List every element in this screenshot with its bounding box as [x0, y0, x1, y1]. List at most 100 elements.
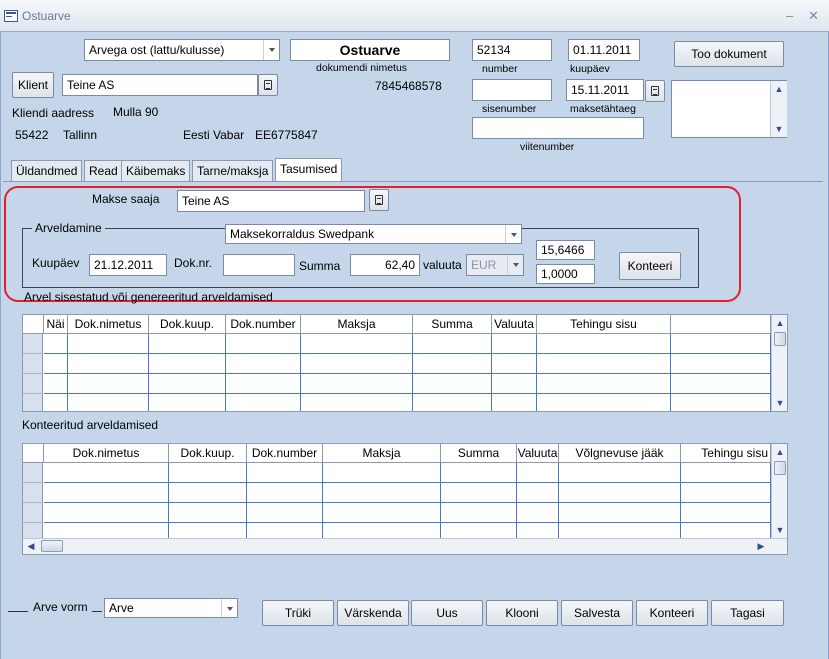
chevron-down-icon[interactable]: [505, 225, 521, 243]
table-cell[interactable]: [681, 483, 771, 503]
client-button[interactable]: Klient: [12, 72, 54, 98]
tab-vat[interactable]: Käibemaks: [121, 160, 191, 182]
payment-date-field[interactable]: 21.12.2011: [89, 254, 167, 276]
grid2-col-docname[interactable]: Dok.nimetus: [44, 444, 169, 463]
grid1-col-show[interactable]: Näi: [44, 315, 68, 334]
grid1-col-docname[interactable]: Dok.nimetus: [68, 315, 149, 334]
table-cell[interactable]: [323, 483, 441, 503]
due-date-field[interactable]: 15.11.2011: [566, 79, 644, 101]
table-cell[interactable]: [149, 354, 226, 374]
table-cell[interactable]: [492, 374, 537, 394]
table-cell[interactable]: [413, 394, 492, 411]
table-cell[interactable]: [413, 334, 492, 354]
tab-payments[interactable]: Tasumised: [275, 158, 343, 182]
currency-dropdown[interactable]: EUR: [466, 254, 524, 276]
table-cell[interactable]: [323, 503, 441, 523]
table-cell[interactable]: [301, 354, 413, 374]
row-header[interactable]: [23, 503, 43, 523]
row-header[interactable]: [23, 374, 43, 394]
table-cell[interactable]: [537, 374, 671, 394]
scroll-thumb[interactable]: [41, 540, 63, 552]
tab-rows[interactable]: Read: [84, 160, 123, 182]
scroll-down-icon[interactable]: ▼: [772, 522, 787, 538]
table-cell[interactable]: [517, 503, 559, 523]
table-cell[interactable]: [671, 334, 771, 354]
number-field[interactable]: 52134: [472, 39, 552, 61]
posted-settlements-grid[interactable]: Dok.nimetus Dok.kuup. Dok.number Maksja …: [22, 443, 788, 555]
table-cell[interactable]: [44, 394, 68, 411]
refresh-button[interactable]: Värskenda: [337, 600, 409, 626]
table-cell[interactable]: [492, 334, 537, 354]
chevron-down-icon[interactable]: [507, 255, 523, 275]
grid1-col-currency[interactable]: Valuuta: [492, 315, 537, 334]
doc-name-field[interactable]: Ostuarve: [290, 39, 450, 61]
grid1-col-sum[interactable]: Summa: [413, 315, 492, 334]
table-cell[interactable]: [44, 483, 169, 503]
table-cell[interactable]: [492, 354, 537, 374]
scroll-up-icon[interactable]: ▲: [772, 444, 787, 460]
table-cell[interactable]: [169, 503, 247, 523]
table-cell[interactable]: [149, 374, 226, 394]
table-cell[interactable]: [671, 394, 771, 411]
reference-number-field[interactable]: [472, 117, 644, 139]
table-cell[interactable]: [169, 463, 247, 483]
table-cell[interactable]: [44, 354, 68, 374]
table-cell[interactable]: [301, 334, 413, 354]
save-button[interactable]: Salvesta: [561, 600, 633, 626]
clone-button[interactable]: Klooni: [486, 600, 558, 626]
table-cell[interactable]: [226, 394, 301, 411]
scroll-down-icon[interactable]: ▼: [772, 395, 787, 411]
grid1-col-content[interactable]: Tehingu sisu: [537, 315, 671, 334]
table-cell[interactable]: [44, 463, 169, 483]
table-cell[interactable]: [681, 503, 771, 523]
table-cell[interactable]: [681, 463, 771, 483]
table-cell[interactable]: [441, 483, 517, 503]
print-button[interactable]: Trüki: [262, 600, 334, 626]
grid2-col-docdate[interactable]: Dok.kuup.: [169, 444, 247, 463]
grid1-col-payer[interactable]: Maksja: [301, 315, 413, 334]
notes-scrollbar[interactable]: ▲ ▼: [770, 81, 787, 137]
back-button[interactable]: Tagasi: [711, 600, 784, 626]
table-cell[interactable]: [413, 374, 492, 394]
exchange-rate-field[interactable]: 15,6466: [536, 240, 595, 260]
grid2-col-payer[interactable]: Maksja: [323, 444, 441, 463]
table-cell[interactable]: [44, 334, 68, 354]
grid2-col-sum[interactable]: Summa: [441, 444, 517, 463]
chevron-down-icon[interactable]: [263, 40, 279, 60]
grid1-col-docnumber[interactable]: Dok.number: [226, 315, 301, 334]
table-cell[interactable]: [517, 463, 559, 483]
internal-number-field[interactable]: [472, 79, 552, 101]
docnr-field[interactable]: [223, 254, 295, 276]
grid2-col-content[interactable]: Tehingu sisu: [681, 444, 771, 463]
grid2-col-balance[interactable]: Võlgnevuse jääk: [559, 444, 681, 463]
table-cell[interactable]: [537, 354, 671, 374]
table-cell[interactable]: [68, 374, 149, 394]
post-payment-button[interactable]: Konteeri: [619, 252, 681, 280]
grid1-col-extra[interactable]: [671, 315, 771, 334]
minimize-button[interactable]: –: [786, 8, 793, 23]
scroll-down-icon[interactable]: ▼: [771, 121, 787, 137]
grid2-col-docnumber[interactable]: Dok.number: [247, 444, 323, 463]
tab-delivery[interactable]: Tarne/maksja: [192, 160, 274, 182]
due-date-picker-button[interactable]: [645, 80, 665, 102]
table-cell[interactable]: [247, 503, 323, 523]
doc-type-dropdown[interactable]: Arvega ost (lattu/kulusse): [84, 39, 280, 61]
row-header[interactable]: [23, 354, 43, 374]
table-cell[interactable]: [441, 463, 517, 483]
close-button[interactable]: ✕: [808, 8, 819, 24]
scroll-left-icon[interactable]: ◀: [23, 539, 39, 554]
table-cell[interactable]: [441, 503, 517, 523]
row-header[interactable]: [23, 483, 43, 503]
table-cell[interactable]: [413, 354, 492, 374]
table-cell[interactable]: [537, 334, 671, 354]
grid2-col-currency[interactable]: Valuuta: [517, 444, 559, 463]
table-cell[interactable]: [301, 374, 413, 394]
table-cell[interactable]: [44, 374, 68, 394]
sum-field[interactable]: 62,40: [350, 254, 420, 276]
grid2-hscrollbar[interactable]: ◀ ▶: [23, 538, 787, 554]
table-cell[interactable]: [517, 483, 559, 503]
grid1-scrollbar[interactable]: ▲ ▼: [771, 315, 787, 411]
date-field[interactable]: 01.11.2011: [568, 39, 640, 61]
table-cell[interactable]: [323, 463, 441, 483]
scroll-thumb[interactable]: [774, 332, 786, 346]
